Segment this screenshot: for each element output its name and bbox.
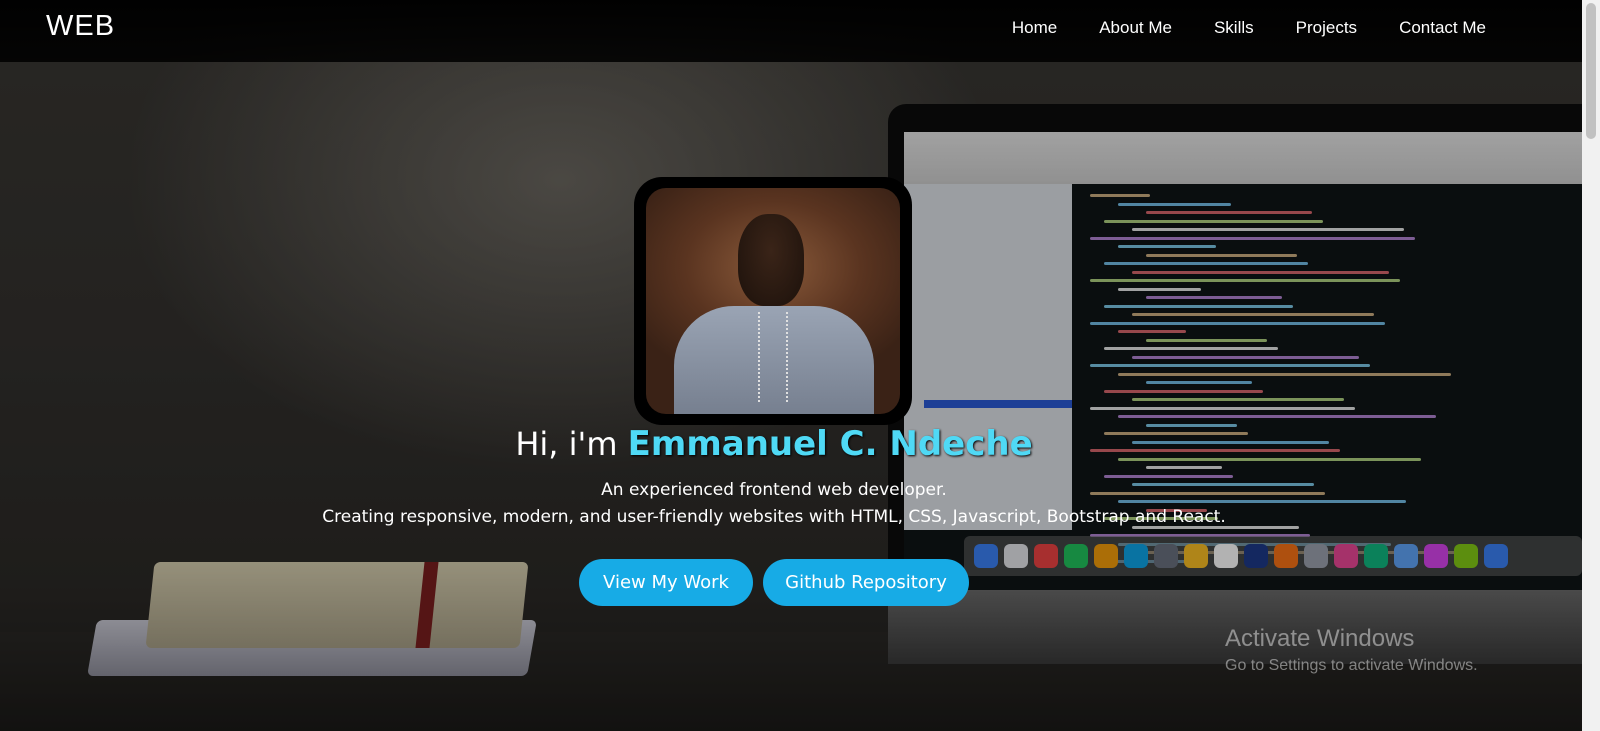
activate-windows-watermark: Activate Windows Go to Settings to activ… <box>1225 625 1478 675</box>
hero-name: Emmanuel C. Ndeche <box>627 424 1033 464</box>
profile-photo-collar <box>758 312 788 402</box>
activate-windows-subtitle: Go to Settings to activate Windows. <box>1225 657 1478 674</box>
github-repository-button[interactable]: Github Repository <box>763 559 969 606</box>
profile-photo-head <box>738 214 804 306</box>
page-scrollbar[interactable] <box>1582 0 1600 731</box>
nav-link-skills[interactable]: Skills <box>1214 18 1254 38</box>
view-my-work-button[interactable]: View My Work <box>579 559 753 606</box>
hero-tagline: An experienced frontend web developer. <box>601 480 947 500</box>
nav-link-projects[interactable]: Projects <box>1296 18 1357 38</box>
hero-heading: Hi, i'm Emmanuel C. Ndeche <box>0 424 1548 464</box>
brand-logo[interactable]: WEB <box>46 10 115 43</box>
nav-link-home[interactable]: Home <box>1012 18 1057 38</box>
activate-windows-title: Activate Windows <box>1225 625 1415 652</box>
nav-link-contact-me[interactable]: Contact Me <box>1399 18 1486 38</box>
scrollbar-thumb[interactable] <box>1586 3 1596 139</box>
profile-photo <box>646 188 900 414</box>
nav-links: Home About Me Skills Projects Contact Me <box>970 18 1486 38</box>
hero-description: Creating responsive, modern, and user-fr… <box>322 507 1226 527</box>
top-navbar: WEB Home About Me Skills Projects Contac… <box>0 0 1582 62</box>
hero-greeting: Hi, i'm <box>515 425 618 463</box>
nav-link-about-me[interactable]: About Me <box>1099 18 1172 38</box>
